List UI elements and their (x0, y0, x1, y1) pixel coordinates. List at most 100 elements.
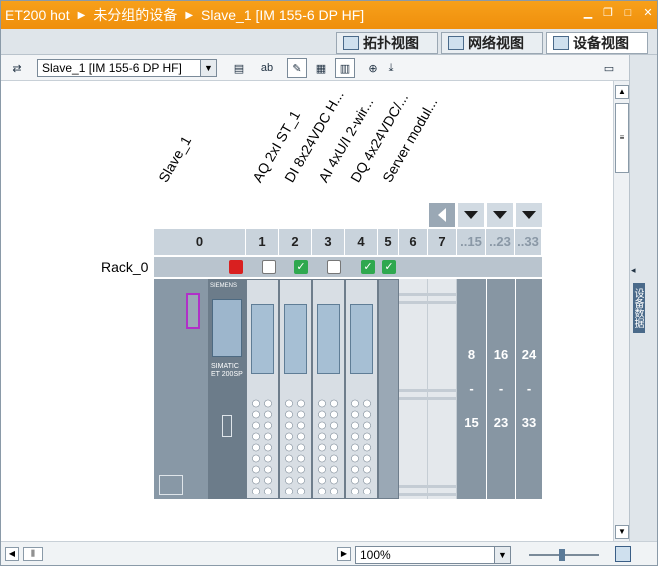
ok-status-icon[interactable]: ✓ (382, 260, 396, 274)
scroll-down-icon[interactable]: ▼ (615, 525, 629, 539)
module-dq-4x24vdc[interactable] (345, 279, 378, 499)
profibus-connector-icon[interactable] (186, 293, 200, 329)
expand-group-button[interactable] (458, 203, 484, 227)
restore-icon[interactable]: ❐ (601, 6, 615, 20)
expand-group-button[interactable] (487, 203, 513, 227)
ok-status-icon[interactable]: ✓ (294, 260, 308, 274)
tab-topology-view[interactable]: 拓扑视图 (336, 32, 438, 54)
scroll-left-button[interactable] (429, 203, 455, 227)
power-terminal-icon (159, 475, 183, 495)
breadcrumb-project[interactable]: ET200 hot (5, 7, 70, 23)
no-diagnostic-icon[interactable] (262, 260, 276, 274)
zoom-value: 100% (360, 548, 391, 562)
breadcrumb-device[interactable]: Slave_1 [IM 155-6 DP HF] (201, 7, 364, 23)
module-di-8x24vdc[interactable] (279, 279, 312, 499)
chevron-down-icon[interactable]: ▼ (494, 547, 510, 563)
interface-module-head[interactable]: SIEMENS SIMATIC ET 200SP (154, 279, 246, 499)
device-icon (553, 36, 569, 50)
range-dash: - (526, 381, 532, 396)
range-dash: - (498, 381, 504, 396)
slot-number: 1 (246, 229, 279, 255)
network-icon (448, 36, 464, 50)
et200sp-label: ET 200SP (211, 371, 243, 378)
horizontal-scroll-thumb[interactable]: ⫼ (23, 547, 43, 561)
overview-icon[interactable]: ▤ (229, 58, 249, 78)
scroll-right-icon[interactable]: ▶ (337, 547, 351, 561)
tab-label: 设备视图 (573, 35, 629, 51)
overview-navigation-icon[interactable] (615, 546, 631, 562)
chevron-down-icon[interactable]: ▼ (200, 60, 216, 76)
expand-group-button[interactable] (516, 203, 542, 227)
slot-number: 3 (312, 229, 345, 255)
status-row (154, 257, 542, 277)
range-start: 8 (467, 347, 476, 362)
im-module[interactable]: SIEMENS SIMATIC ET 200SP (208, 279, 246, 499)
slot-group-range[interactable]: 8 - 15 (457, 279, 486, 499)
siemens-logo: SIEMENS (210, 283, 238, 289)
network-connect-icon[interactable]: ⇄ (7, 58, 27, 78)
empty-slot[interactable] (428, 279, 457, 499)
slot-number: 7 (428, 229, 457, 255)
tab-network-view[interactable]: 网络视图 (441, 32, 543, 54)
device-data-tab[interactable]: 设备数据 (632, 283, 645, 333)
window-controls: ▁ ❐ □ ✕ (581, 6, 655, 20)
slot-number: 6 (399, 229, 428, 255)
device-select[interactable]: Slave_1 [IM 155-6 DP HF] ▼ (37, 59, 217, 77)
im-face (212, 299, 242, 357)
range-start: 16 (493, 347, 509, 362)
download-icon[interactable]: ⤓ (381, 58, 401, 78)
slot-group-range[interactable]: 24 - 33 (516, 279, 542, 499)
table-icon[interactable]: ▥ (335, 58, 355, 78)
bottom-bar: ◀ ⫼ ▶ 100% ▼ (1, 541, 657, 565)
device-canvas[interactable]: Slave_1 AQ 2xI ST_1 DI 8x24VDC H... AI 4… (1, 81, 613, 541)
scroll-up-icon[interactable]: ▲ (615, 85, 629, 99)
breadcrumb-group[interactable]: 未分组的设备 (93, 5, 177, 25)
vertical-scrollbar[interactable]: ▲ ≡ ▼ (613, 81, 629, 541)
slot-group-number: ..23 (486, 229, 515, 255)
side-panel: ◂ 设备数据 (629, 55, 657, 541)
topology-icon (343, 36, 359, 50)
range-dash: - (469, 381, 474, 396)
simatic-label: SIMATIC (211, 363, 239, 370)
breadcrumb-separator-icon: ▶ (77, 9, 86, 21)
name-icon[interactable]: ab (257, 58, 277, 78)
device-view-window: ET200 hot ▶ 未分组的设备 ▶ Slave_1 [IM 155-6 D… (0, 0, 658, 566)
ok-status-icon[interactable]: ✓ (361, 260, 375, 274)
range-start: 24 (521, 347, 537, 362)
maximize-icon[interactable]: □ (621, 6, 635, 20)
view-tabs: 拓扑视图 网络视图 设备视图 (1, 29, 657, 55)
zoom-slider-thumb[interactable] (559, 549, 565, 561)
close-icon[interactable]: ✕ (641, 6, 655, 20)
toolbar: ⇄ Slave_1 [IM 155-6 DP HF] ▼ ▤ ab ✎ ▦ ▥ … (1, 55, 657, 81)
zoom-select[interactable]: 100% ▼ (355, 546, 511, 564)
collapse-arrow-icon[interactable]: ◂ (631, 265, 636, 276)
slot-number: 5 (378, 229, 399, 255)
properties-icon[interactable]: ✎ (287, 58, 307, 78)
slot-number: 4 (345, 229, 378, 255)
range-end: 15 (464, 415, 479, 430)
slot-group-range[interactable]: 16 - 23 (487, 279, 515, 499)
slot-number: 0 (154, 229, 246, 255)
device-select-value: Slave_1 [IM 155-6 DP HF] (42, 61, 182, 75)
im-text: SIMATIC ET 200SP (211, 363, 243, 379)
minimize-icon[interactable]: ▁ (581, 6, 595, 20)
tab-label: 拓扑视图 (363, 35, 419, 51)
breadcrumb-separator-icon: ▶ (185, 9, 194, 21)
zoom-icon[interactable]: ⊕ (363, 58, 383, 78)
rack-label: Rack_0 (101, 259, 149, 275)
module-aq-2xi[interactable] (246, 279, 279, 499)
slot-group-number: ..33 (515, 229, 542, 255)
server-module[interactable] (378, 279, 399, 499)
grid-icon[interactable]: ▦ (311, 58, 331, 78)
error-status-icon[interactable] (229, 260, 243, 274)
panel-toggle-icon[interactable]: ▭ (599, 58, 619, 78)
no-diagnostic-icon[interactable] (327, 260, 341, 274)
module-ai-4xui[interactable] (312, 279, 345, 499)
zoom-slider[interactable] (529, 549, 599, 561)
range-end: 23 (493, 415, 509, 430)
scroll-left-icon[interactable]: ◀ (5, 547, 19, 561)
empty-slot[interactable] (399, 279, 428, 499)
tab-device-view[interactable]: 设备视图 (546, 32, 648, 54)
title-bar: ET200 hot ▶ 未分组的设备 ▶ Slave_1 [IM 155-6 D… (1, 1, 657, 29)
scroll-thumb[interactable]: ≡ (615, 103, 629, 173)
